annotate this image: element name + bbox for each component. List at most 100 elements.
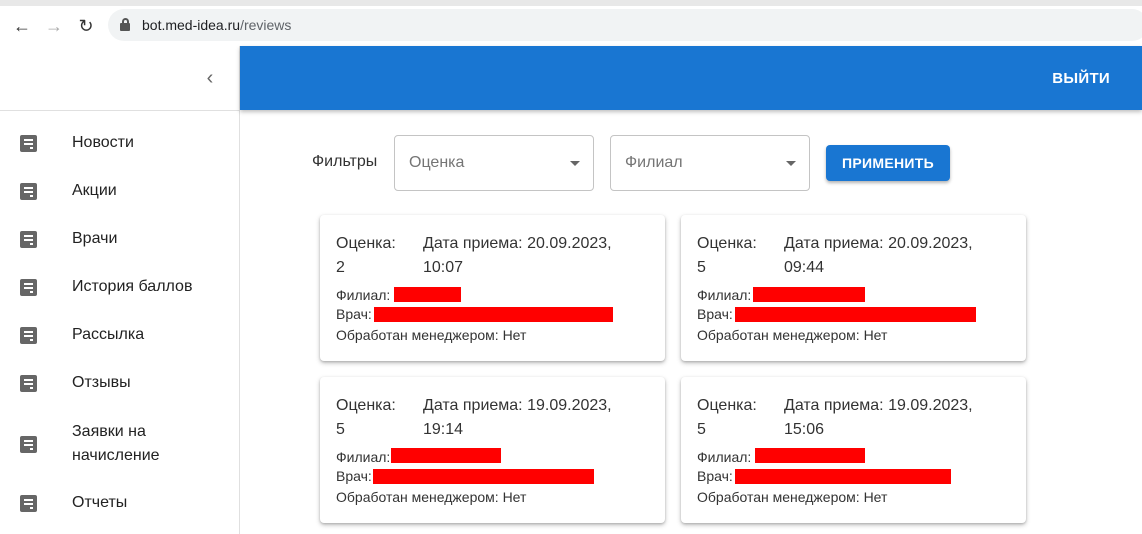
back-arrow-icon[interactable]: ← (10, 14, 34, 38)
date-value: 20.09.2023, (527, 235, 612, 252)
rating-label: Оценка: (697, 397, 757, 414)
appointment-time: 10:07 (423, 259, 464, 276)
doctor-label: Врач: (336, 306, 372, 322)
url-text[interactable]: bot.med-idea.ru/reviews (142, 17, 291, 33)
sidebar-item-mailing[interactable]: Рассылка (0, 313, 239, 357)
sidebar-item-label: Отзывы (72, 374, 131, 391)
sidebar-item-doctors[interactable]: Врачи (0, 217, 239, 261)
rating-label: Оценка: (336, 235, 396, 252)
sidebar-item-label: Заявки на начисление (72, 423, 160, 464)
rating-value: 5 (697, 259, 706, 276)
app-header: ВЫЙТИ (240, 46, 1142, 110)
rating-select[interactable]: Оценка (394, 135, 594, 191)
sidebar-item-points-history[interactable]: История баллов (0, 265, 239, 309)
sidebar-item-label: Врачи (72, 230, 118, 247)
rating-value: 2 (336, 259, 345, 276)
article-icon (20, 278, 37, 296)
processed-label: Обработан менеджером: (697, 489, 860, 505)
redaction-mark (394, 287, 461, 302)
rating-value: 5 (697, 421, 706, 438)
sidebar-header: ‹ (0, 46, 239, 111)
doctor-row: Врач: (336, 304, 372, 324)
review-card[interactable]: Оценка: 5 Дата приема: 19.09.2023, 19:14… (320, 377, 665, 523)
doctor-row: Врач: (336, 466, 372, 486)
date-label: Дата приема: (784, 397, 884, 414)
url-path: /reviews (240, 17, 292, 33)
appointment-time: 19:14 (423, 421, 464, 438)
appointment-date: Дата приема: 19.09.2023, (784, 394, 973, 418)
logout-button[interactable]: ВЫЙТИ (1052, 70, 1110, 87)
doctor-row: Врач: (697, 466, 733, 486)
processed-label: Обработан менеджером: (697, 327, 860, 343)
doctor-label: Врач: (336, 468, 372, 484)
redaction-mark (753, 287, 865, 302)
sidebar-item-label: История баллов (72, 278, 193, 295)
redaction-mark (373, 469, 594, 484)
date-value: 19.09.2023, (527, 397, 612, 414)
branch-select-value: Филиал (625, 154, 683, 171)
rating-label: Оценка: (336, 397, 396, 414)
address-bar[interactable]: bot.med-idea.ru/reviews (108, 9, 1142, 41)
processed-row: Обработан менеджером: Нет (697, 487, 887, 507)
appointment-date: Дата приема: 20.09.2023, (423, 232, 612, 256)
branch-label: Филиал: (336, 287, 391, 303)
date-value: 20.09.2023, (888, 235, 973, 252)
date-value: 19.09.2023, (888, 397, 973, 414)
branch-row: Филиал: (336, 447, 390, 467)
article-icon (20, 494, 37, 512)
sidebar-item-promotions[interactable]: Акции (0, 169, 239, 213)
doctor-label: Врач: (697, 306, 733, 322)
doctor-label: Врач: (697, 468, 733, 484)
sidebar-item-label: Отчеты (72, 494, 128, 511)
rating-select-value: Оценка (409, 154, 465, 171)
processed-label: Обработан менеджером: (336, 327, 499, 343)
doctor-row: Врач: (697, 304, 733, 324)
appointment-time: 15:06 (784, 421, 825, 438)
forward-arrow-icon[interactable]: → (42, 14, 66, 38)
appointment-time: 09:44 (784, 259, 825, 276)
review-card[interactable]: Оценка: 5 Дата приема: 20.09.2023, 09:44… (681, 215, 1026, 361)
sidebar-item-label: Акции (72, 182, 117, 199)
processed-value: Нет (863, 327, 888, 343)
processed-row: Обработан менеджером: Нет (697, 325, 887, 345)
appointment-date: Дата приема: 19.09.2023, (423, 394, 612, 418)
redaction-mark (374, 307, 613, 322)
processed-label: Обработан менеджером: (336, 489, 499, 505)
dropdown-arrow-icon (570, 161, 580, 166)
rating-label: Оценка: (697, 235, 757, 252)
article-icon (20, 374, 37, 392)
filters-label: Фильтры (312, 153, 378, 170)
sidebar-item-reports[interactable]: Отчеты (0, 481, 239, 525)
date-label: Дата приема: (423, 397, 523, 414)
browser-toolbar: ← → ↻ bot.med-idea.ru/reviews (0, 6, 1142, 46)
processed-value: Нет (863, 489, 888, 505)
review-card[interactable]: Оценка: 2 Дата приема: 20.09.2023, 10:07… (320, 215, 665, 361)
review-card[interactable]: Оценка: 5 Дата приема: 19.09.2023, 15:06… (681, 377, 1026, 523)
sidebar-item-accrual-requests[interactable]: Заявки на начисление (0, 420, 239, 468)
redaction-mark (391, 448, 501, 463)
branch-row: Филиал: (336, 285, 390, 305)
article-icon (20, 326, 37, 344)
branch-label: Филиал: (336, 449, 391, 465)
article-icon (20, 230, 37, 248)
processed-value: Нет (502, 327, 527, 343)
appointment-date: Дата приема: 20.09.2023, (784, 232, 973, 256)
dropdown-arrow-icon (786, 161, 796, 166)
apply-button[interactable]: ПРИМЕНИТЬ (826, 145, 950, 181)
chevron-left-icon[interactable]: ‹ (198, 66, 222, 90)
sidebar-item-label: Новости (72, 134, 134, 151)
lock-icon[interactable] (120, 18, 130, 31)
date-label: Дата приема: (423, 235, 523, 252)
sidebar-item-label: Рассылка (72, 326, 145, 343)
date-label: Дата приема: (784, 235, 884, 252)
sidebar-item-reviews[interactable]: Отзывы (0, 361, 239, 405)
reload-icon[interactable]: ↻ (74, 14, 98, 38)
processed-value: Нет (502, 489, 527, 505)
redaction-mark (735, 307, 976, 322)
article-icon (20, 134, 37, 152)
redaction-mark (735, 469, 951, 484)
sidebar-item-news[interactable]: Новости (0, 121, 239, 165)
branch-row: Филиал: (697, 285, 751, 305)
branch-select[interactable]: Филиал (610, 135, 810, 191)
url-host: bot.med-idea.ru (142, 17, 241, 33)
